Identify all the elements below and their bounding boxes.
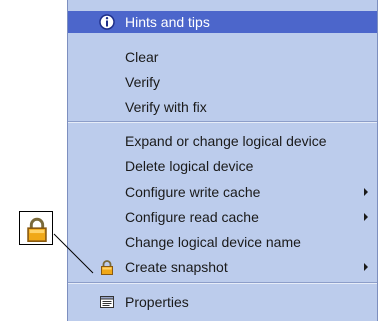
callout-leader-line	[53, 233, 94, 274]
